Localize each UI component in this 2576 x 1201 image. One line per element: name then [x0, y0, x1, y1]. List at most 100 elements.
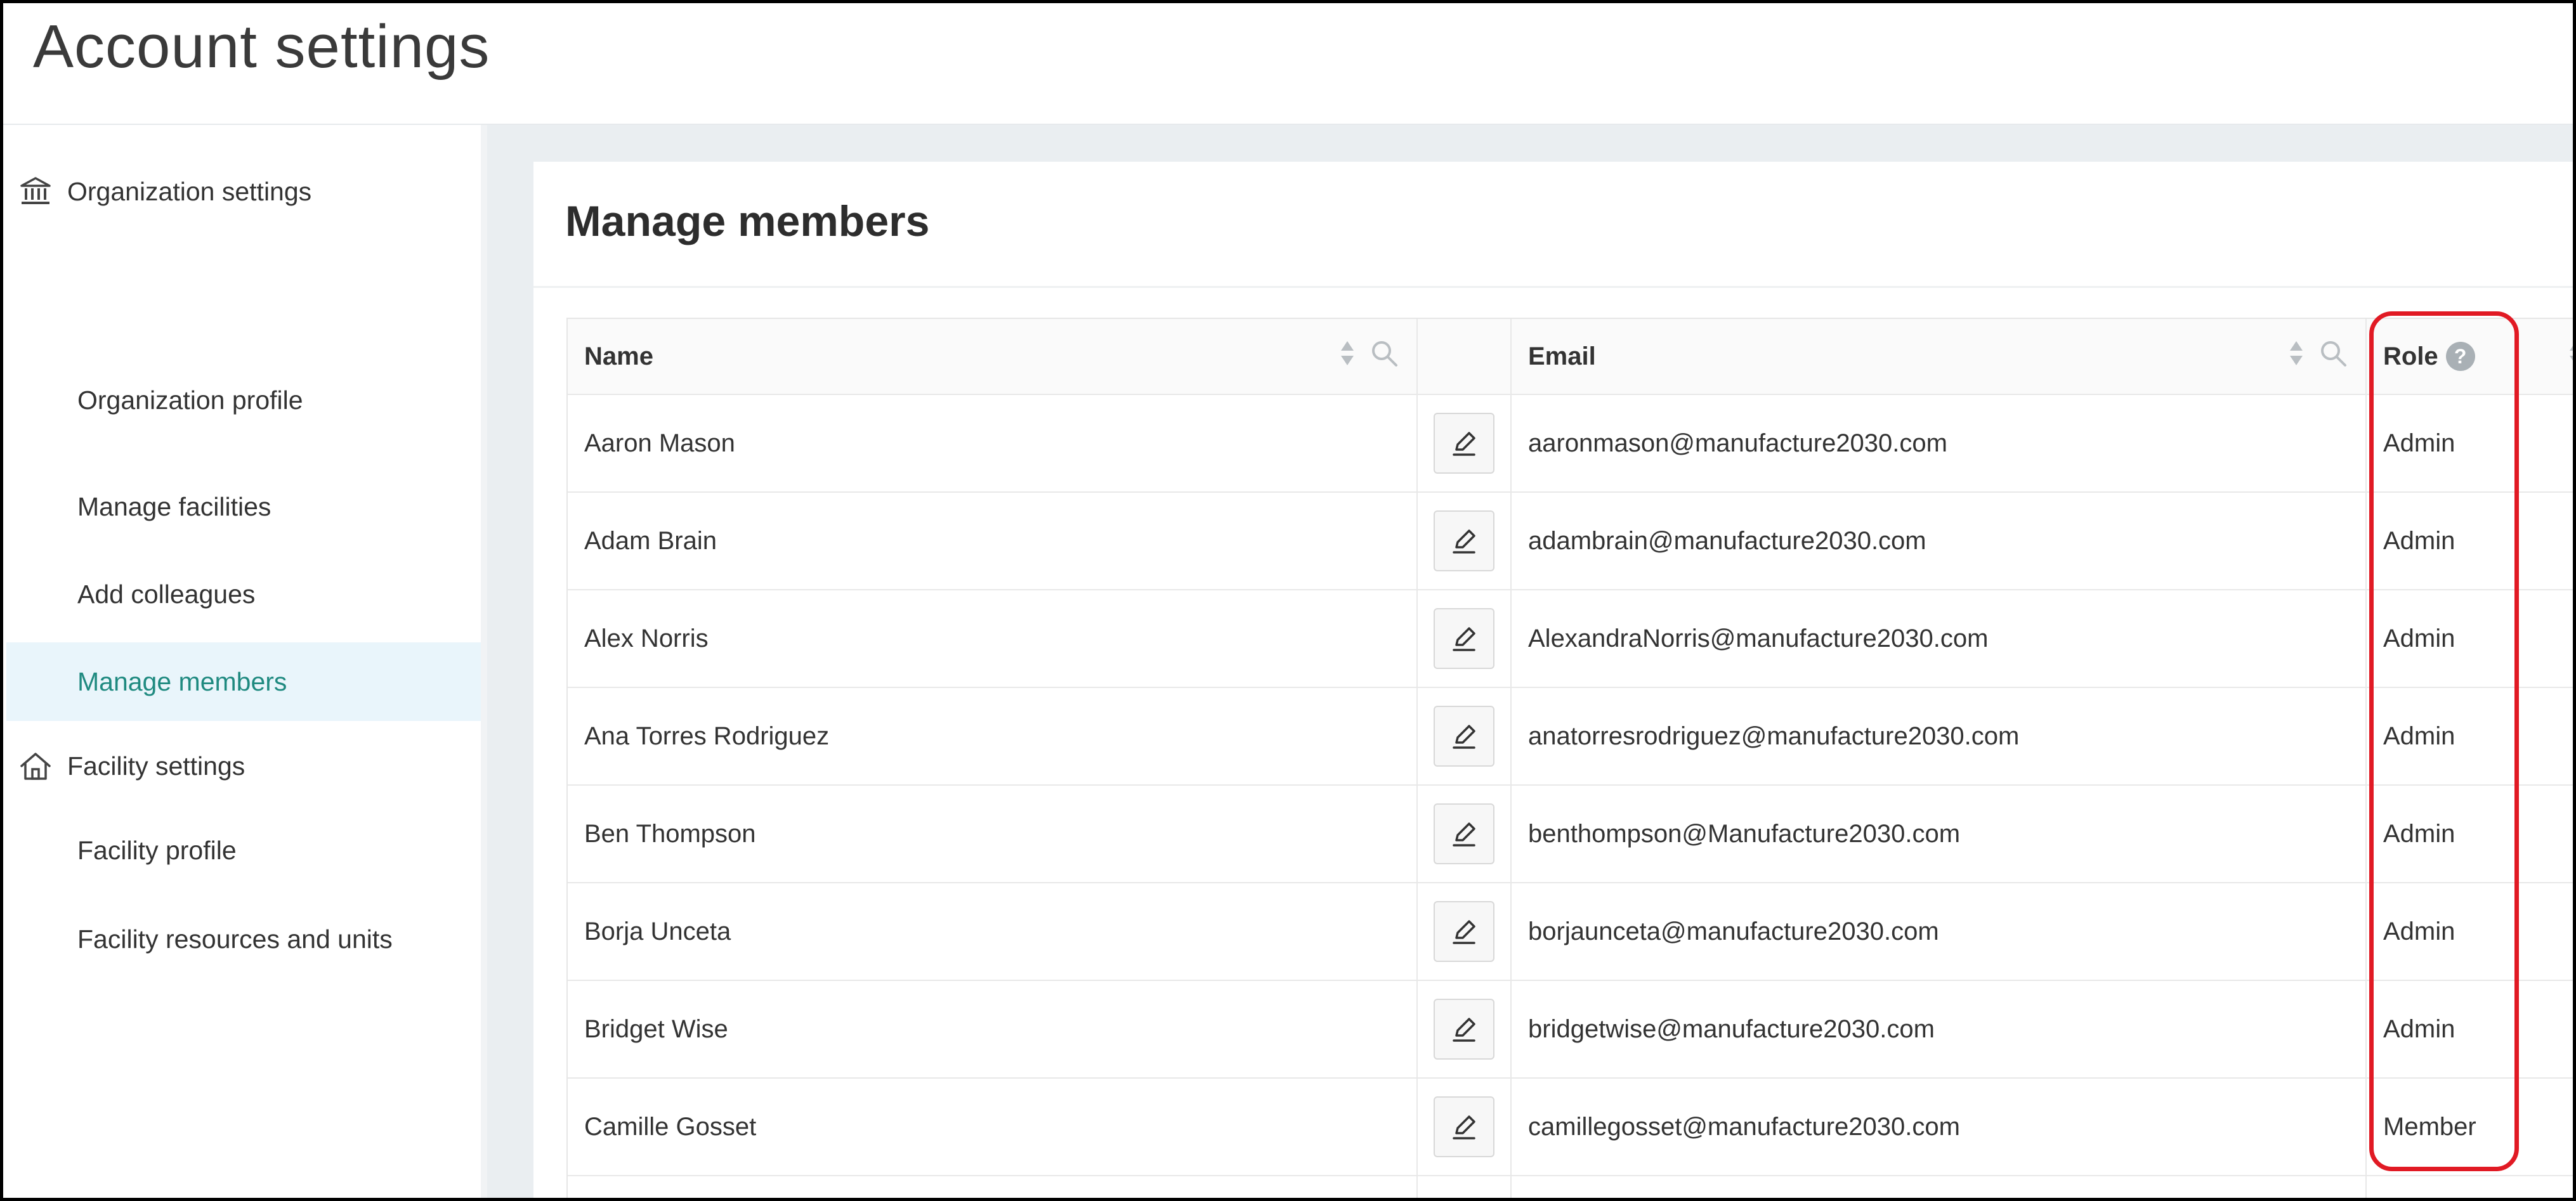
- member-name: Adam Brain: [568, 493, 1418, 589]
- edit-button[interactable]: [1434, 608, 1494, 669]
- column-header-name: Name: [568, 319, 1418, 394]
- member-email-cell: [1512, 1176, 2367, 1198]
- edit-button[interactable]: [1434, 1096, 1494, 1157]
- edit-button[interactable]: [1434, 901, 1494, 962]
- sidebar-item-organization-profile[interactable]: Organization profile: [6, 361, 481, 439]
- sidebar-item-manage-members[interactable]: Manage members: [6, 642, 481, 721]
- member-email: borjaunceta@manufacture2030.com: [1512, 883, 2367, 980]
- edit-cell: [1418, 883, 1512, 980]
- table-row: Camille Gosset camillegosset@manufacture…: [568, 1079, 2573, 1176]
- table-row: Bridget Wise bridgetwise@manufacture2030…: [568, 981, 2573, 1079]
- sidebar-section-facility: Facility settings: [18, 744, 245, 788]
- member-role: Admin: [2383, 722, 2455, 750]
- page-title: Manage members: [565, 197, 930, 245]
- member-email: bridgetwise@manufacture2030.com: [1512, 981, 2367, 1077]
- sort-icon[interactable]: [2288, 339, 2305, 374]
- table-row-partial: [568, 1176, 2573, 1198]
- sidebar: Organization settings Organization profi…: [6, 125, 481, 1198]
- screenshot-frame: Account settings Organization settings O…: [0, 0, 2576, 1201]
- column-header-label: Role: [2383, 342, 2438, 370]
- member-role: Admin: [2383, 1015, 2455, 1043]
- sidebar-item-facility-profile[interactable]: Facility profile: [6, 811, 481, 890]
- pencil-icon: [1453, 920, 1475, 944]
- sidebar-item-facility-resources[interactable]: Facility resources and units: [6, 900, 481, 978]
- sidebar-item-manage-facilities[interactable]: Manage facilities: [6, 467, 481, 546]
- member-email: camillegosset@manufacture2030.com: [1512, 1079, 2367, 1175]
- sidebar-item-label: Manage facilities: [77, 491, 271, 521]
- sidebar-item-add-colleagues[interactable]: Add colleagues: [6, 555, 481, 633]
- sidebar-section-label: Facility settings: [67, 751, 245, 781]
- pencil-icon: [1453, 1018, 1475, 1042]
- bank-icon: [18, 174, 53, 209]
- sidebar-item-label: Facility profile: [77, 835, 237, 865]
- title-divider: [533, 286, 2573, 288]
- member-email: benthompson@Manufacture2030.com: [1512, 786, 2367, 882]
- sidebar-item-label: Add colleagues: [77, 579, 256, 609]
- table-row: Ben Thompson benthompson@Manufacture2030…: [568, 786, 2573, 883]
- column-tools: [2568, 319, 2573, 394]
- pencil-icon: [1453, 725, 1475, 749]
- pencil-icon: [1453, 529, 1475, 554]
- member-role: Admin: [2383, 624, 2455, 652]
- edit-button[interactable]: [1434, 413, 1494, 474]
- search-icon[interactable]: [1370, 339, 1399, 374]
- member-name: Ana Torres Rodriguez: [568, 688, 1418, 784]
- pencil-icon: [1453, 822, 1475, 847]
- pencil-icon: [1453, 432, 1475, 456]
- member-role: Admin: [2383, 917, 2455, 945]
- member-email: aaronmason@manufacture2030.com: [1512, 395, 2367, 491]
- table-row: Adam Brain adambrain@manufacture2030.com…: [568, 493, 2573, 590]
- table-row: Borja Unceta borjaunceta@manufacture2030…: [568, 883, 2573, 981]
- pencil-icon: [1453, 1115, 1475, 1139]
- edit-cell: [1418, 395, 1512, 491]
- member-name: Ben Thompson: [568, 786, 1418, 882]
- edit-cell: [1418, 493, 1512, 589]
- edit-button[interactable]: [1434, 803, 1494, 864]
- app-header: Account settings: [3, 3, 2573, 125]
- member-email: AlexandraNorris@manufacture2030.com: [1512, 590, 2367, 687]
- edit-cell: [1418, 786, 1512, 882]
- column-header-label: Name: [584, 342, 653, 370]
- members-table: Name Email Role ? Aaron Mason aaronmason…: [566, 318, 2573, 1198]
- sidebar-item-label: Manage members: [77, 666, 287, 696]
- column-tools: [1339, 319, 1399, 394]
- member-name: Bridget Wise: [568, 981, 1418, 1077]
- help-icon[interactable]: ?: [2445, 342, 2475, 371]
- app-title: Account settings: [33, 13, 490, 81]
- member-role: Admin: [2383, 429, 2455, 457]
- table-row: Alex Norris AlexandraNorris@manufacture2…: [568, 590, 2573, 688]
- sidebar-item-label: Organization profile: [77, 385, 303, 415]
- sort-icon[interactable]: [1339, 339, 1356, 374]
- edit-cell: [1418, 1176, 1512, 1198]
- member-role: Member: [2383, 1112, 2476, 1141]
- member-name: Borja Unceta: [568, 883, 1418, 980]
- sidebar-edge: [481, 125, 487, 1198]
- table-row: Aaron Mason aaronmason@manufacture2030.c…: [568, 395, 2573, 493]
- column-header-label: Email: [1528, 342, 1596, 370]
- edit-cell: [1418, 1079, 1512, 1175]
- search-icon[interactable]: [2318, 339, 2348, 374]
- column-header-actions: [1418, 319, 1512, 394]
- table-header-row: Name Email Role ?: [568, 319, 2573, 395]
- edit-button[interactable]: [1434, 706, 1494, 767]
- member-role: Admin: [2383, 819, 2455, 848]
- home-icon: [18, 748, 53, 784]
- edit-button[interactable]: [1434, 999, 1494, 1060]
- edit-cell: [1418, 981, 1512, 1077]
- sidebar-section-organization: Organization settings: [18, 169, 311, 214]
- member-name: Alex Norris: [568, 590, 1418, 687]
- sidebar-section-label: Organization settings: [67, 176, 312, 206]
- members-card: Manage members Name Email Role ? Aaron M…: [533, 162, 2573, 1198]
- sort-icon[interactable]: [2568, 339, 2573, 374]
- member-email: adambrain@manufacture2030.com: [1512, 493, 2367, 589]
- edit-button[interactable]: [1434, 510, 1494, 571]
- table-row: Ana Torres Rodriguez anatorresrodriguez@…: [568, 688, 2573, 786]
- column-tools: [2288, 319, 2348, 394]
- member-name: Aaron Mason: [568, 395, 1418, 491]
- sidebar-item-label: Facility resources and units: [77, 924, 393, 954]
- column-header-email: Email: [1512, 319, 2367, 394]
- member-name-cell: [568, 1176, 1418, 1198]
- edit-cell: [1418, 688, 1512, 784]
- member-role: Admin: [2383, 526, 2455, 555]
- member-email: anatorresrodriguez@manufacture2030.com: [1512, 688, 2367, 784]
